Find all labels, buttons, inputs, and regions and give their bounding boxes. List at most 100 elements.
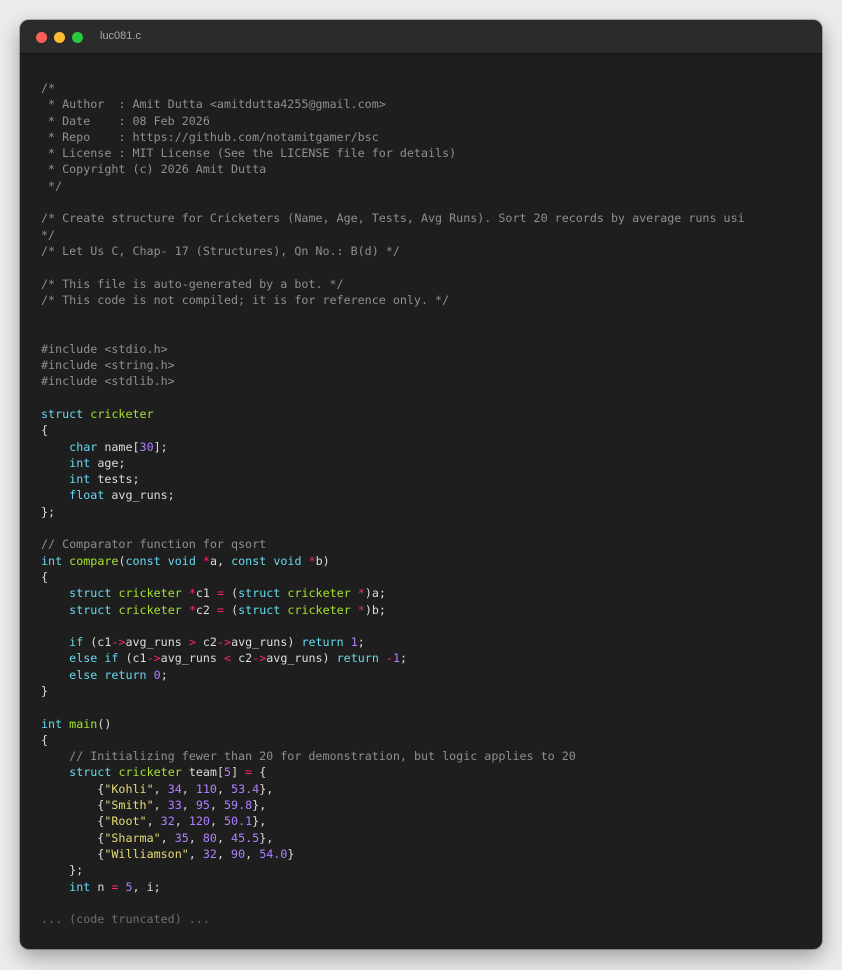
code-line: {"Root", 32, 120, 50.1}, — [41, 813, 822, 829]
code-line: * Author : Amit Dutta <amitdutta4255@gma… — [41, 96, 822, 112]
code-token-operator: * — [188, 602, 196, 617]
code-token-plain: , — [153, 781, 168, 796]
code-line: #include <stdlib.h> — [41, 373, 822, 389]
code-token-comment: * Copyright (c) 2026 Amit Dutta — [41, 162, 267, 177]
code-token-operator: * — [202, 553, 210, 568]
code-token-plain: c2 — [231, 651, 253, 666]
code-token-plain: }, — [259, 830, 274, 845]
code-token-plain: , — [216, 830, 232, 845]
code-token-number: 34 — [167, 781, 182, 796]
code-token-string: "Sharma" — [104, 830, 161, 845]
code-line: /* Create structure for Cricketers (Name… — [41, 210, 822, 226]
code-line: {"Sharma", 35, 80, 45.5}, — [41, 830, 822, 846]
code-line: char name[30]; — [41, 439, 822, 455]
code-line: ... (code truncated) ... — [41, 911, 822, 927]
code-token-plain: }, — [259, 781, 274, 796]
code-token-plain: c1 — [195, 586, 217, 601]
code-token-keyword: return — [336, 651, 379, 666]
code-token-number: 95 — [195, 798, 210, 813]
close-window-button[interactable] — [36, 32, 47, 43]
code-token-number: 90 — [231, 846, 246, 861]
code-token-plain: tests; — [90, 472, 140, 487]
code-token-number: 1 — [350, 635, 358, 650]
code-token-plain: , — [181, 798, 196, 813]
code-token-comment: #include <string.h> — [41, 358, 175, 373]
code-token-keyword: struct — [41, 406, 84, 421]
code-token-number: 120 — [188, 814, 210, 829]
code-token-number: 35 — [174, 830, 189, 845]
code-token-operator: > — [188, 635, 196, 650]
code-token-keyword: int — [69, 455, 91, 470]
code-token-plain: ( — [224, 602, 239, 617]
code-line: if (c1->avg_runs > c2->avg_runs) return … — [41, 634, 822, 650]
code-token-plain: , — [174, 814, 189, 829]
code-token-plain: , — [188, 846, 203, 861]
code-line: */ — [41, 178, 822, 194]
code-line: * Date : 08 Feb 2026 — [41, 113, 822, 129]
code-token-plain: }; — [41, 504, 56, 519]
code-token-operator: * — [308, 553, 316, 568]
code-token-plain: )b; — [364, 602, 386, 617]
code-token-operator: < — [224, 651, 232, 666]
code-token-plain: { — [41, 569, 49, 584]
code-token-plain: ; — [357, 635, 365, 650]
code-token-func: main — [69, 716, 98, 731]
code-token-comment: * License : MIT License (See the LICENSE… — [41, 146, 457, 161]
code-token-keyword: char — [69, 439, 98, 454]
code-line: int tests; — [41, 471, 822, 487]
code-token-operator: -> — [111, 635, 126, 650]
code-token-string: "Williamson" — [104, 846, 189, 861]
title-bar: luc081.c — [20, 20, 822, 54]
code-token-plain: ]; — [153, 439, 168, 454]
code-token-plain: (c1 — [83, 635, 112, 650]
code-token-operator: -> — [216, 635, 232, 650]
code-line: #include <stdio.h> — [41, 341, 822, 357]
code-token-plain: , i; — [132, 879, 161, 894]
code-token-keyword: struct — [69, 765, 112, 780]
code-line: } — [41, 683, 822, 699]
code-token-plain: , — [216, 781, 232, 796]
code-token-plain: ] — [231, 765, 246, 780]
code-token-keyword: struct — [238, 602, 281, 617]
code-line: { — [41, 732, 822, 748]
code-token-number: 1 — [392, 651, 401, 666]
code-token-plain: , — [216, 846, 232, 861]
file-name-title: luc081.c — [100, 30, 141, 42]
code-editor[interactable]: /* * Author : Amit Dutta <amitdutta4255@… — [41, 80, 822, 949]
code-line: #include <string.h> — [41, 357, 822, 373]
code-token-plain: age; — [90, 455, 126, 470]
code-token-plain: , — [209, 798, 224, 813]
zoom-window-button[interactable] — [72, 32, 83, 43]
code-token-plain: { — [41, 781, 105, 796]
code-token-comment: // Initializing fewer than 20 for demons… — [69, 749, 576, 764]
code-token-keyword: else — [69, 651, 98, 666]
code-token-keyword: int — [69, 879, 91, 894]
code-token-plain: { — [41, 423, 49, 438]
code-token-number: 50.1 — [224, 814, 253, 829]
code-token-string: "Smith" — [104, 798, 154, 813]
code-token-type: cricketer — [118, 602, 182, 617]
code-token-comment: * Author : Amit Dutta <amitdutta4255@gma… — [41, 97, 386, 112]
code-token-plain: { — [252, 765, 267, 780]
code-token-plain: ; — [400, 651, 408, 666]
code-token-plain: , — [188, 830, 203, 845]
code-token-keyword: int — [41, 553, 63, 568]
code-token-plain: avg_runs — [160, 651, 225, 666]
code-token-type: cricketer — [287, 602, 351, 617]
minimize-window-button[interactable] — [54, 32, 65, 43]
code-line: // Comparator function for qsort — [41, 536, 822, 552]
code-token-plain: , — [160, 830, 175, 845]
